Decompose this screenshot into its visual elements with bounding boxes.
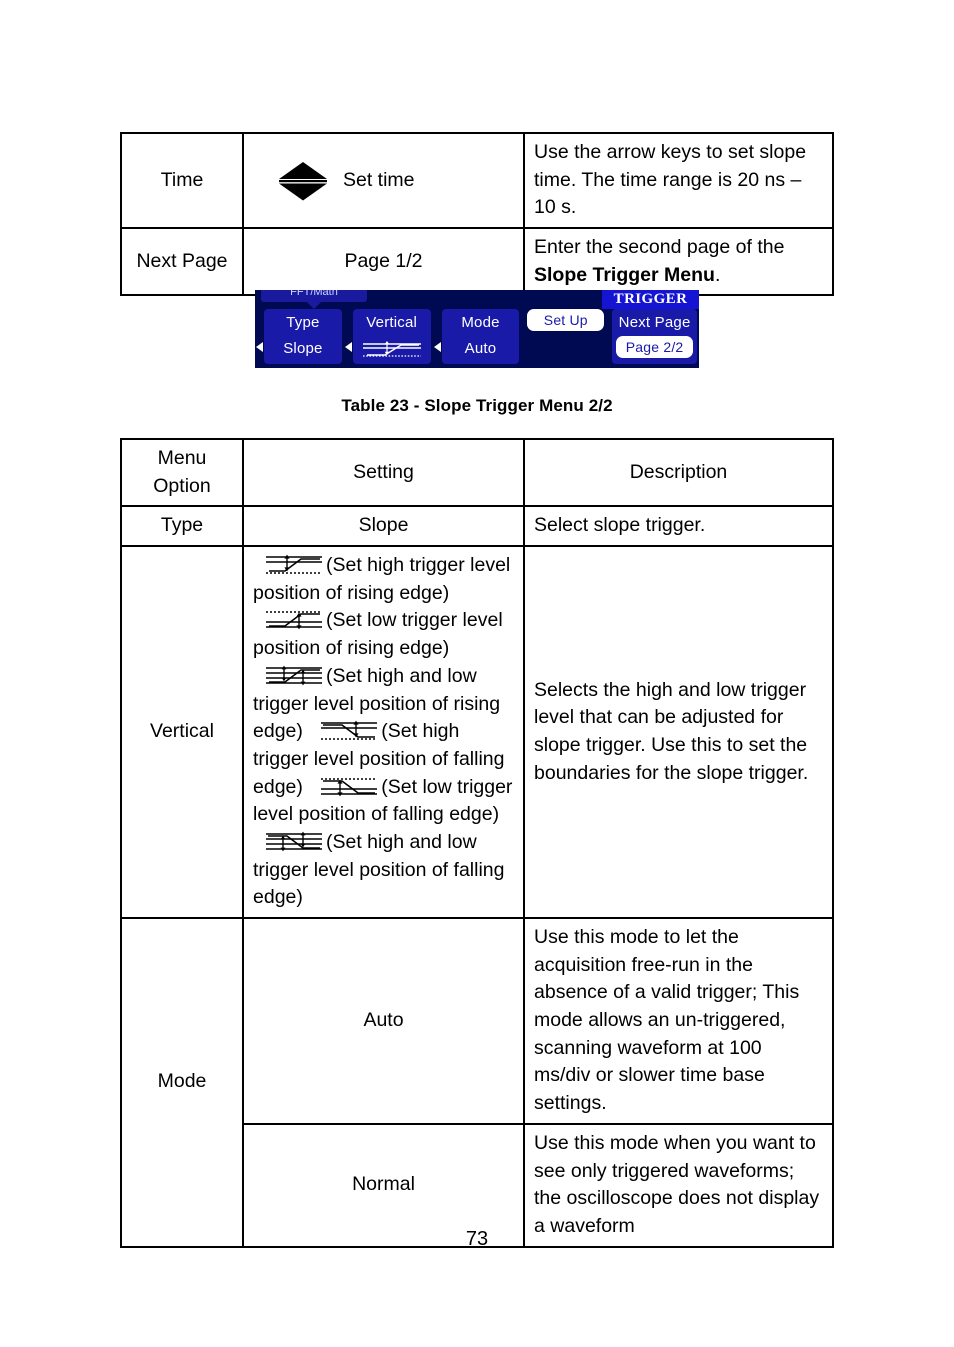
table-row: Type Slope Select slope trigger. bbox=[120, 505, 834, 548]
table-header-row: Menu Option Setting Description bbox=[120, 437, 834, 508]
up-down-arrows-icon bbox=[279, 161, 327, 201]
scope-tab-pointer-icon bbox=[305, 300, 323, 309]
left-arrow-icon bbox=[433, 342, 441, 352]
setting-set-time: Set time bbox=[242, 131, 525, 230]
scope-type-value: Slope bbox=[283, 340, 323, 357]
table-row: Time Set time Use the arrow keys to set … bbox=[120, 131, 834, 230]
slope-low-level-falling-edge-icon bbox=[321, 777, 378, 796]
setting-page-1-of-2: Page 1/2 bbox=[242, 227, 525, 297]
header-setting: Setting bbox=[242, 437, 525, 508]
page-number: 73 bbox=[465, 1228, 489, 1250]
slope-trigger-menu-table-part1: Time Set time Use the arrow keys to set … bbox=[120, 131, 834, 297]
table-row: Vertical (Set high trigger level positio… bbox=[120, 545, 834, 919]
scope-menu-column-type[interactable]: Type Slope bbox=[255, 309, 344, 368]
slope-high-level-rising-edge-icon bbox=[266, 554, 322, 574]
table-row: Mode Auto Use this mode to let the acqui… bbox=[120, 917, 834, 1248]
setting-auto: Auto bbox=[242, 917, 525, 1125]
description-next-page: Enter the second page of the Slope Trigg… bbox=[523, 227, 834, 297]
left-arrow-icon bbox=[256, 342, 263, 352]
table-caption: Table 23 - Slope Trigger Menu 2/2 bbox=[341, 396, 613, 415]
header-description: Description bbox=[523, 437, 834, 508]
table-row: Next Page Page 1/2 Enter the second page… bbox=[120, 227, 834, 297]
desc-suffix: . bbox=[714, 263, 721, 286]
vertical-option-6: (Set high and low trigger level position… bbox=[253, 831, 504, 908]
desc-prefix: Enter the second page of the bbox=[534, 236, 785, 259]
scope-menu-column-next-page[interactable]: Next Page Page 2/2 bbox=[610, 309, 699, 368]
scope-menu-column-vertical[interactable]: Vertical bbox=[344, 309, 433, 368]
description-time: Use the arrow keys to set slope time. Th… bbox=[523, 131, 834, 230]
oscilloscope-menu-screenshot: FFT/Math TRIGGER Type Slope Vertical Mod… bbox=[255, 290, 699, 368]
slope-high-level-falling-edge-icon bbox=[321, 720, 378, 740]
menu-option-next-page: Next Page bbox=[120, 227, 244, 297]
menu-option-type: Type bbox=[120, 505, 244, 548]
slope-low-level-rising-edge-icon bbox=[266, 611, 322, 630]
description-auto: Use this mode to let the acquisition fre… bbox=[523, 917, 834, 1125]
vertical-option-1: (Set high trigger level position of risi… bbox=[253, 554, 510, 604]
slope-high-rising-icon bbox=[362, 340, 421, 357]
scope-mode-label: Mode bbox=[461, 314, 500, 331]
scope-next-page-label: Next Page bbox=[618, 314, 691, 331]
header-menu-option-line2: Option bbox=[153, 474, 211, 497]
slope-high-low-level-rising-edge-icon bbox=[266, 665, 322, 686]
scope-menu-column-setup[interactable]: Set Up bbox=[521, 309, 610, 368]
description-type: Select slope trigger. bbox=[523, 505, 834, 548]
scope-setup-button[interactable]: Set Up bbox=[527, 309, 605, 331]
menu-option-vertical: Vertical bbox=[120, 545, 244, 919]
setting-slope: Slope bbox=[242, 505, 525, 548]
desc-bold-slope-trigger-menu: Slope Trigger Menu bbox=[534, 263, 715, 286]
scope-menu-row: Type Slope Vertical Mode Auto Set Up Nex… bbox=[255, 309, 699, 368]
setting-vertical-options: (Set high trigger level position of risi… bbox=[242, 545, 525, 919]
menu-option-mode: Mode bbox=[120, 917, 244, 1248]
scope-type-label: Type bbox=[286, 314, 320, 331]
slope-trigger-menu-table-part2: Menu Option Setting Description Type Slo… bbox=[120, 437, 834, 1248]
slope-high-low-level-falling-edge-icon bbox=[266, 831, 322, 852]
menu-option-time: Time bbox=[120, 131, 244, 230]
scope-vertical-label: Vertical bbox=[366, 314, 418, 331]
document-page: Time Set time Use the arrow keys to set … bbox=[0, 0, 954, 1347]
header-menu-option: Menu Option bbox=[120, 437, 244, 508]
scope-mode-value: Auto bbox=[464, 340, 497, 357]
scope-menu-column-mode[interactable]: Mode Auto bbox=[433, 309, 522, 368]
set-time-label: Set time bbox=[343, 168, 415, 191]
vertical-option-2: (Set low trigger level position of risin… bbox=[253, 609, 503, 659]
scope-page-indicator[interactable]: Page 2/2 bbox=[616, 336, 693, 358]
scope-trigger-badge: TRIGGER bbox=[602, 290, 699, 309]
left-arrow-icon bbox=[344, 342, 352, 352]
header-menu-option-line1: Menu bbox=[157, 447, 207, 469]
description-vertical: Selects the high and low trigger level t… bbox=[523, 545, 834, 919]
